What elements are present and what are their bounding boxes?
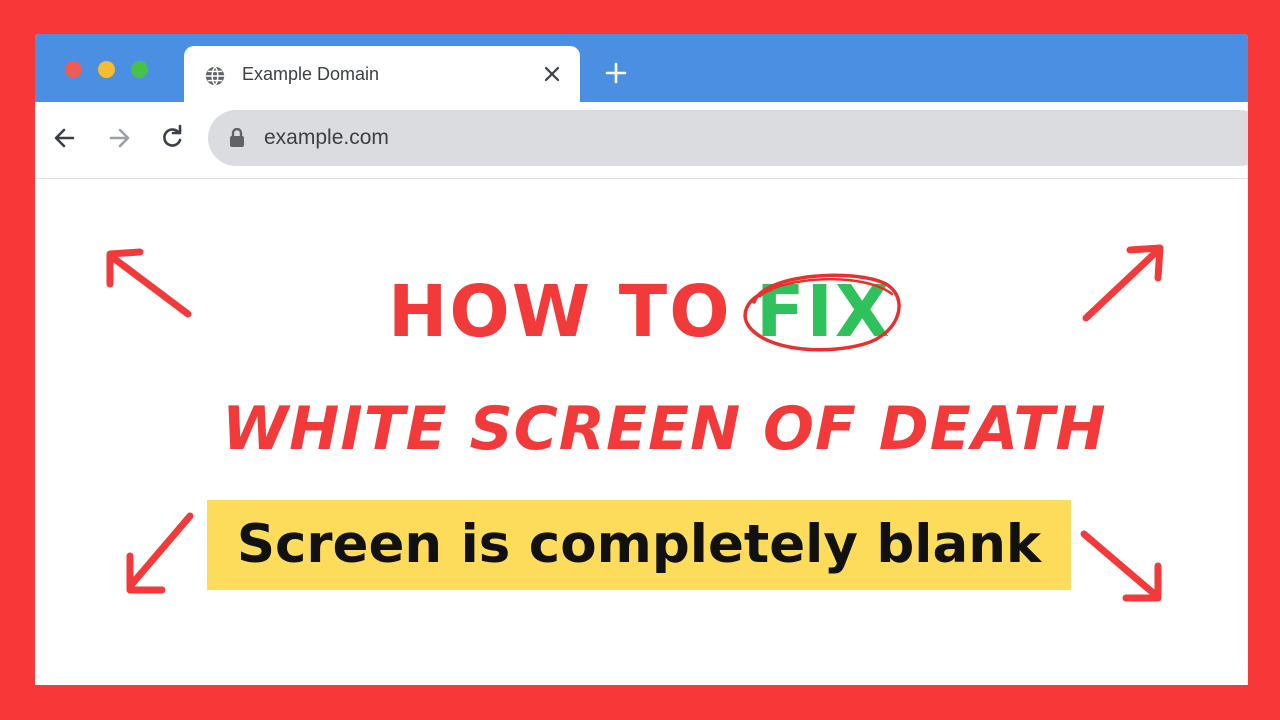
address-bar[interactable]: example.com <box>208 110 1248 166</box>
lock-icon <box>230 128 244 147</box>
plus-icon[interactable] <box>605 62 627 84</box>
tab-strip: Example Domain <box>35 34 1248 102</box>
globe-icon <box>205 66 225 86</box>
arrow-left-icon[interactable] <box>51 124 79 152</box>
close-window-button[interactable] <box>65 61 82 78</box>
maximize-window-button[interactable] <box>131 61 148 78</box>
tab-example-domain[interactable]: Example Domain <box>184 46 580 102</box>
minimize-window-button[interactable] <box>98 61 115 78</box>
arrow-right-icon[interactable] <box>105 124 133 152</box>
url-text: example.com <box>264 126 389 149</box>
browser-window: Example Domain example.com <box>35 34 1248 685</box>
reload-icon[interactable] <box>158 124 186 152</box>
close-icon[interactable] <box>542 64 562 84</box>
tab-title: Example Domain <box>242 64 380 84</box>
browser-toolbar: example.com <box>35 102 1248 179</box>
blank-page-content <box>35 179 1248 685</box>
